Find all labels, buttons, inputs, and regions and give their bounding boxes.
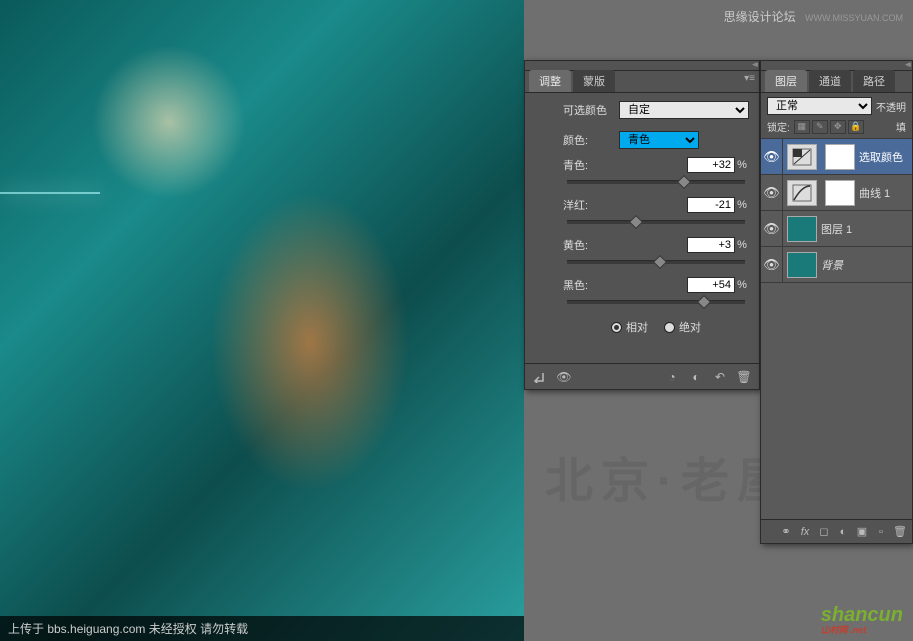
slider-label: 青色: [563, 157, 603, 173]
tab-channels[interactable]: 通道 [809, 70, 851, 92]
slider-label: 黑色: [563, 277, 603, 293]
visibility-eye-icon[interactable]: 👁 [761, 247, 783, 282]
tab-masks[interactable]: 蒙版 [573, 70, 615, 92]
upload-credit: 上传于 bbs.heiguang.com 未经授权 请勿转载 [0, 616, 524, 641]
visibility-eye-icon[interactable]: 👁 [761, 175, 783, 210]
layer-name[interactable]: 曲线 1 [859, 185, 912, 201]
reset-icon[interactable]: ↶ [711, 368, 729, 386]
percent-label: % [735, 279, 749, 291]
previous-state-icon[interactable]: ◐ [687, 368, 705, 386]
opacity-label: 不透明 [876, 99, 906, 114]
lock-transparency-icon[interactable]: ▦ [794, 120, 810, 134]
tab-paths[interactable]: 路径 [853, 70, 895, 92]
layer-group-icon[interactable]: ▣ [854, 524, 870, 540]
slider-track[interactable] [567, 295, 745, 309]
clip-to-layer-icon[interactable]: ◔ [663, 368, 681, 386]
adjustments-panel: 调整 蒙版 ▾≡ Mb ✱ ✎ A| ¶ 可选颜色 自定 颜色: 青色 [524, 60, 760, 390]
slider-value-input[interactable] [687, 197, 735, 213]
slider-handle[interactable] [652, 255, 666, 269]
layer-name[interactable]: 选取颜色 [859, 149, 912, 165]
visibility-eye-icon[interactable]: 👁 [761, 211, 783, 246]
preset-select[interactable]: 自定 [619, 101, 749, 119]
radio-absolute[interactable]: 绝对 [664, 319, 701, 335]
percent-label: % [735, 199, 749, 211]
layer-name[interactable]: 图层 1 [821, 221, 912, 237]
layer-list: 👁 选取颜色 👁 曲线 1 👁 图层 1 👁 背景 [761, 139, 912, 519]
adjustment-thumb-icon [787, 144, 817, 170]
layer-item[interactable]: 👁 选取颜色 [761, 139, 912, 175]
layers-tabs: 图层 通道 路径 [761, 71, 912, 93]
percent-label: % [735, 239, 749, 251]
radio-relative[interactable]: 相对 [611, 319, 648, 335]
slider-row: 洋红: % [563, 197, 749, 229]
tab-adjustments[interactable]: 调整 [529, 70, 571, 92]
adjustment-thumb-icon [787, 180, 817, 206]
layers-footer: ⚭ fx ◻ ◐ ▣ ▫ 🗑 [761, 519, 912, 543]
slider-label: 洋红: [563, 197, 603, 213]
layers-panel: 图层 通道 路径 正常 不透明 锁定: ▦ ✎ ✥ 🔒 填 👁 选取颜色 👁 曲… [760, 60, 913, 544]
slider-value-input[interactable] [687, 157, 735, 173]
layer-thumb [787, 252, 817, 278]
blend-mode-select[interactable]: 正常 [767, 97, 872, 115]
slider-track[interactable] [567, 175, 745, 189]
method-radio-group: 相对 绝对 [563, 319, 749, 335]
layer-item[interactable]: 👁 背景 [761, 247, 912, 283]
layer-name[interactable]: 背景 [821, 257, 912, 273]
layer-thumb [787, 216, 817, 242]
slider-track[interactable] [567, 255, 745, 269]
slider-row: 黑色: % [563, 277, 749, 309]
slider-row: 黄色: % [563, 237, 749, 269]
document-image[interactable] [0, 0, 524, 641]
radio-unchecked-icon [664, 322, 675, 333]
tab-layers[interactable]: 图层 [765, 70, 807, 92]
adjustments-footer: 👁 ◔ ◐ ↶ 🗑 [525, 363, 759, 389]
slider-value-input[interactable] [687, 277, 735, 293]
toggle-visibility-icon[interactable]: 👁 [555, 368, 573, 386]
layer-mask-icon[interactable]: ◻ [816, 524, 832, 540]
lock-pixels-icon[interactable]: ✎ [812, 120, 828, 134]
panel-menu-icon[interactable]: ▾≡ [744, 73, 755, 84]
new-layer-icon[interactable]: ▫ [873, 524, 889, 540]
slider-handle[interactable] [697, 295, 711, 309]
watermark-logo: shancun 山村网 .net [821, 604, 903, 636]
colors-label: 颜色: [563, 132, 619, 148]
layers-controls: 正常 不透明 锁定: ▦ ✎ ✥ 🔒 填 [761, 93, 912, 139]
layer-item[interactable]: 👁 图层 1 [761, 211, 912, 247]
forum-credit: 思缘设计论坛 WWW.MISSYUAN.COM [724, 8, 903, 25]
colors-select[interactable]: 青色 [619, 131, 699, 149]
return-to-list-icon[interactable] [531, 368, 549, 386]
visibility-eye-icon[interactable]: 👁 [761, 139, 783, 174]
slider-handle[interactable] [677, 175, 691, 189]
watermark-text: 北京·老屋 [545, 441, 793, 511]
slider-track[interactable] [567, 215, 745, 229]
adjustment-type-label: 可选颜色 [563, 102, 619, 118]
layer-mask-thumb[interactable] [825, 180, 855, 206]
slider-row: 青色: % [563, 157, 749, 189]
layer-item[interactable]: 👁 曲线 1 [761, 175, 912, 211]
slider-value-input[interactable] [687, 237, 735, 253]
link-layers-icon[interactable]: ⚭ [778, 524, 794, 540]
adjustments-tabs: 调整 蒙版 ▾≡ [525, 71, 759, 93]
delete-adjustment-icon[interactable]: 🗑 [735, 368, 753, 386]
adjustment-layer-icon[interactable]: ◐ [835, 524, 851, 540]
slider-label: 黄色: [563, 237, 603, 253]
fill-label: 填 [896, 119, 906, 134]
slider-handle[interactable] [629, 215, 643, 229]
percent-label: % [735, 159, 749, 171]
canvas-area: 上传于 bbs.heiguang.com 未经授权 请勿转载 [0, 0, 524, 641]
lock-label: 锁定: [767, 119, 790, 134]
delete-layer-icon[interactable]: 🗑 [892, 524, 908, 540]
lock-all-icon[interactable]: 🔒 [848, 120, 864, 134]
radio-checked-icon [611, 322, 622, 333]
layer-style-icon[interactable]: fx [797, 524, 813, 540]
selective-color-content: 可选颜色 自定 颜色: 青色 青色: % 洋红: % [553, 93, 759, 363]
layer-mask-thumb[interactable] [825, 144, 855, 170]
lock-position-icon[interactable]: ✥ [830, 120, 846, 134]
